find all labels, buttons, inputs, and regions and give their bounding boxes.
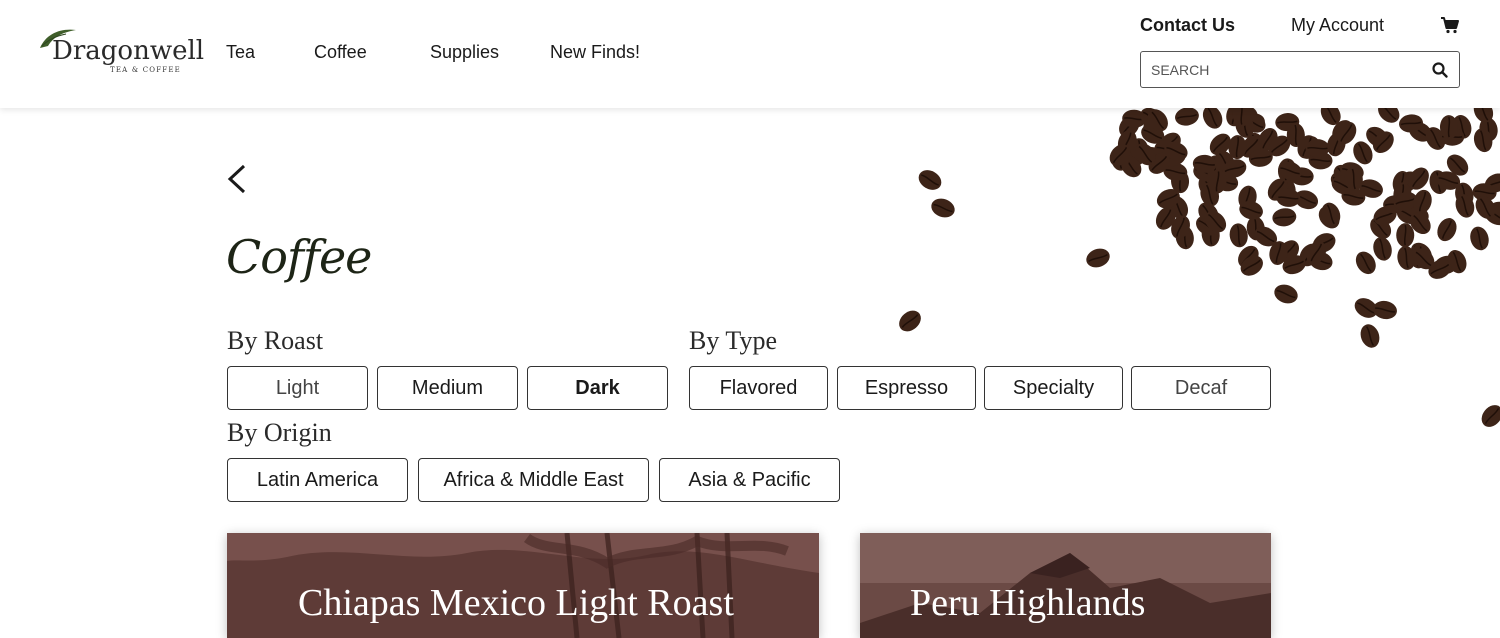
- origin-asia-pacific-button[interactable]: Asia & Pacific: [659, 458, 840, 502]
- type-espresso-button[interactable]: Espresso: [837, 366, 976, 410]
- page-title: Coffee: [226, 230, 372, 284]
- brand-name: Dragonwell: [52, 36, 205, 66]
- product-title: Peru Highlands: [910, 582, 1146, 624]
- roast-light-button[interactable]: Light: [227, 366, 368, 410]
- coffee-bean: [1396, 223, 1415, 248]
- coffee-bean: [899, 310, 921, 332]
- coffee-bean: [1272, 208, 1297, 227]
- coffee-bean: [1202, 108, 1223, 129]
- type-filter-label: By Type: [689, 326, 777, 355]
- product-title: Chiapas Mexico Light Roast: [298, 582, 734, 624]
- nav-new-finds[interactable]: New Finds!: [550, 42, 640, 63]
- coffee-bean: [1373, 300, 1397, 320]
- nav-coffee[interactable]: Coffee: [314, 42, 367, 63]
- coffee-bean: [1481, 405, 1500, 427]
- site-header: Dragonwell TEA & COFFEE Tea Coffee Suppl…: [0, 0, 1500, 108]
- type-flavored-button[interactable]: Flavored: [689, 366, 828, 410]
- product-card-chiapas[interactable]: Chiapas Mexico Light Roast: [227, 533, 819, 638]
- coffee-bean: [918, 170, 942, 190]
- origin-latin-america-button[interactable]: Latin America: [227, 458, 408, 502]
- coffee-bean: [1360, 324, 1380, 348]
- roast-dark-button[interactable]: Dark: [527, 366, 668, 410]
- search-icon[interactable]: [1431, 61, 1449, 79]
- origin-filter-label: By Origin: [227, 418, 332, 447]
- coffee-bean: [1086, 248, 1110, 268]
- coffee-bean: [1175, 108, 1199, 126]
- chevron-left-icon[interactable]: [224, 160, 252, 198]
- search-box: [1140, 51, 1460, 88]
- coffee-bean: [1321, 202, 1341, 227]
- coffee-bean: [1437, 218, 1457, 242]
- cart-icon[interactable]: [1440, 15, 1460, 35]
- roast-filter-label: By Roast: [227, 326, 324, 355]
- contact-us-link[interactable]: Contact Us: [1140, 15, 1235, 36]
- brand-logo[interactable]: Dragonwell TEA & COFFEE: [38, 26, 204, 76]
- coffee-bean: [1373, 236, 1392, 261]
- product-card-peru[interactable]: Peru Highlands: [860, 533, 1271, 638]
- search-input[interactable]: [1151, 60, 1421, 80]
- nav-tea[interactable]: Tea: [226, 42, 255, 63]
- type-specialty-button[interactable]: Specialty: [984, 366, 1123, 410]
- brand-tagline: TEA & COFFEE: [110, 66, 181, 74]
- coffee-bean: [1470, 226, 1489, 251]
- coffee-bean: [931, 198, 955, 218]
- roast-medium-button[interactable]: Medium: [377, 366, 518, 410]
- my-account-link[interactable]: My Account: [1291, 15, 1384, 36]
- coffee-bean: [1274, 284, 1298, 304]
- origin-africa-middle-east-button[interactable]: Africa & Middle East: [418, 458, 649, 502]
- nav-supplies[interactable]: Supplies: [430, 42, 499, 63]
- coffee-bean: [1229, 223, 1248, 248]
- coffee-bean: [1305, 139, 1330, 158]
- type-decaf-button[interactable]: Decaf: [1131, 366, 1271, 410]
